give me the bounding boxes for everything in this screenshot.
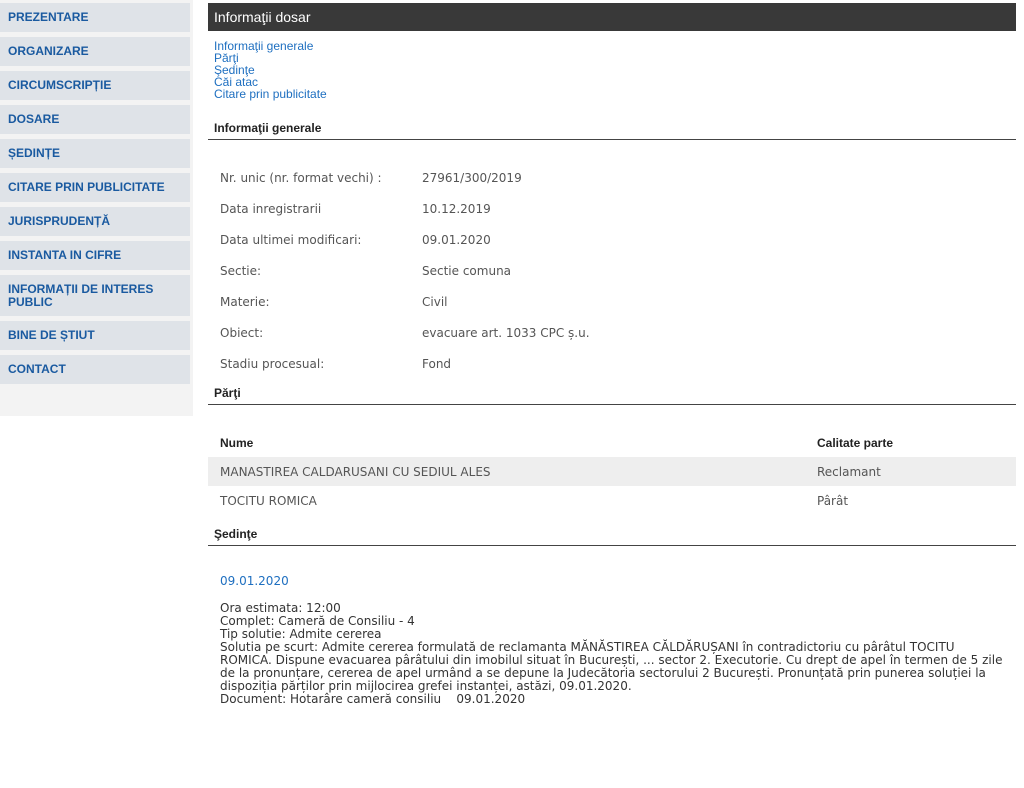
party-name: TOCITU ROMICA (220, 493, 317, 508)
general-info-table: Nr. unic (nr. format vechi) : 27961/300/2… (208, 162, 1016, 379)
info-row: Sectie: Sectie comuna (220, 255, 1016, 286)
info-value: Fond (422, 356, 452, 371)
info-row: Data inregistrarii 10.12.2019 (220, 193, 1016, 224)
link-parti[interactable]: Părţi (214, 52, 1016, 64)
sedinta-document: Document: Hotarâre cameră consiliu 09.01… (220, 692, 526, 706)
column-header-name: Nume (220, 436, 254, 450)
section-title-sedinte: Şedinţe (208, 527, 1016, 546)
section-links: Informaţii generale Părţi Şedinţe Căi at… (208, 40, 1016, 100)
column-header-role: Calitate parte (817, 436, 894, 450)
nav-item-label: INFORMAȚII DE INTERES PUBLIC (8, 281, 154, 309)
nav-item-citare[interactable]: CITARE PRIN PUBLICITATE (0, 173, 190, 202)
nav-item-instanta-in-cifre[interactable]: INSTANTA IN CIFRE (0, 241, 190, 270)
page-title: Informaţii dosar (208, 3, 1016, 31)
nav-item-circumscriptie[interactable]: CIRCUMSCRIPȚIE (0, 71, 190, 100)
section-title-parti: Părţi (208, 386, 1016, 405)
info-label: Sectie: (220, 263, 262, 278)
nav-item-label: BINE DE ȘTIUT (8, 328, 95, 342)
link-citare-prin-publicitate[interactable]: Citare prin publicitate (214, 88, 1016, 100)
info-value: Sectie comuna (422, 263, 512, 278)
nav-item-label: ȘEDINȚE (8, 146, 61, 160)
nav-item-contact[interactable]: CONTACT (0, 355, 190, 384)
info-row: Obiect: evacuare art. 1033 CPC ș.u. (220, 317, 1016, 348)
info-value: evacuare art. 1033 CPC ș.u. (422, 325, 590, 340)
info-label: Stadiu procesual: (220, 356, 325, 371)
nav-item-bine-de-stiut[interactable]: BINE DE ȘTIUT (0, 321, 190, 350)
sedinta-date: 09.01.2020 (220, 574, 289, 588)
nav-item-label: ORGANIZARE (8, 44, 89, 58)
info-label: Materie: (220, 294, 270, 309)
nav-item-organizare[interactable]: ORGANIZARE (0, 37, 190, 66)
section-title-general: Informaţii generale (208, 121, 1016, 140)
main-content: Informaţii dosar Informaţii generale Păr… (208, 0, 1016, 706)
table-row: MANASTIREA CALDARUSANI CU SEDIUL ALES Re… (208, 457, 1016, 486)
info-row: Nr. unic (nr. format vechi) : 27961/300/2… (220, 162, 1016, 193)
sedinta-solutie: Solutia pe scurt: Admite cererea formula… (220, 640, 1003, 693)
nav-item-label: CITARE PRIN PUBLICITATE (8, 180, 165, 194)
nav-item-label: INSTANTA IN CIFRE (8, 248, 122, 262)
info-value: 10.12.2019 (422, 201, 491, 216)
sedinta-details: Ora estimata: 12:00 Complet: Cameră de C… (208, 602, 1008, 706)
info-value: 09.01.2020 (422, 232, 491, 247)
parti-table: Nume Calitate parte MANASTIREA CALDARUSA… (208, 429, 1016, 515)
link-informatii-generale[interactable]: Informaţii generale (214, 40, 1016, 52)
nav-item-informatii-interes-public[interactable]: INFORMAȚII DE INTERES PUBLIC (0, 275, 190, 316)
nav-item-label: DOSARE (8, 112, 60, 126)
info-row: Data ultimei modificari: 09.01.2020 (220, 224, 1016, 255)
info-value: Civil (422, 294, 448, 309)
nav-item-sedinte[interactable]: ȘEDINȚE (0, 139, 190, 168)
nav-item-dosare[interactable]: DOSARE (0, 105, 190, 134)
info-label: Data ultimei modificari: (220, 232, 362, 247)
party-role: Reclamant (817, 464, 881, 479)
nav-item-label: CIRCUMSCRIPȚIE (8, 78, 112, 92)
info-label: Obiect: (220, 325, 264, 340)
nav-item-label: PREZENTARE (8, 10, 89, 24)
table-row: TOCITU ROMICA Pârât (208, 486, 1016, 515)
link-cai-atac[interactable]: Căi atac (214, 76, 1016, 88)
party-name: MANASTIREA CALDARUSANI CU SEDIUL ALES (220, 464, 491, 479)
info-label: Nr. unic (nr. format vechi) : (220, 170, 382, 185)
nav-item-jurisprudenta[interactable]: JURISPRUDENȚĂ (0, 207, 190, 236)
info-label: Data inregistrarii (220, 201, 322, 216)
nav-item-prezentare[interactable]: PREZENTARE (0, 3, 190, 32)
link-sedinte[interactable]: Şedinţe (214, 64, 1016, 76)
info-value: 27961/300/2019 (422, 170, 522, 185)
info-row: Materie: Civil (220, 286, 1016, 317)
info-row: Stadiu procesual: Fond (220, 348, 1016, 379)
sidebar-nav: PREZENTARE ORGANIZARE CIRCUMSCRIPȚIE DOS… (0, 0, 193, 416)
table-header: Nume Calitate parte (208, 429, 1016, 457)
nav-item-label: CONTACT (8, 362, 66, 376)
party-role: Pârât (817, 493, 849, 508)
nav-item-label: JURISPRUDENȚĂ (8, 214, 111, 228)
